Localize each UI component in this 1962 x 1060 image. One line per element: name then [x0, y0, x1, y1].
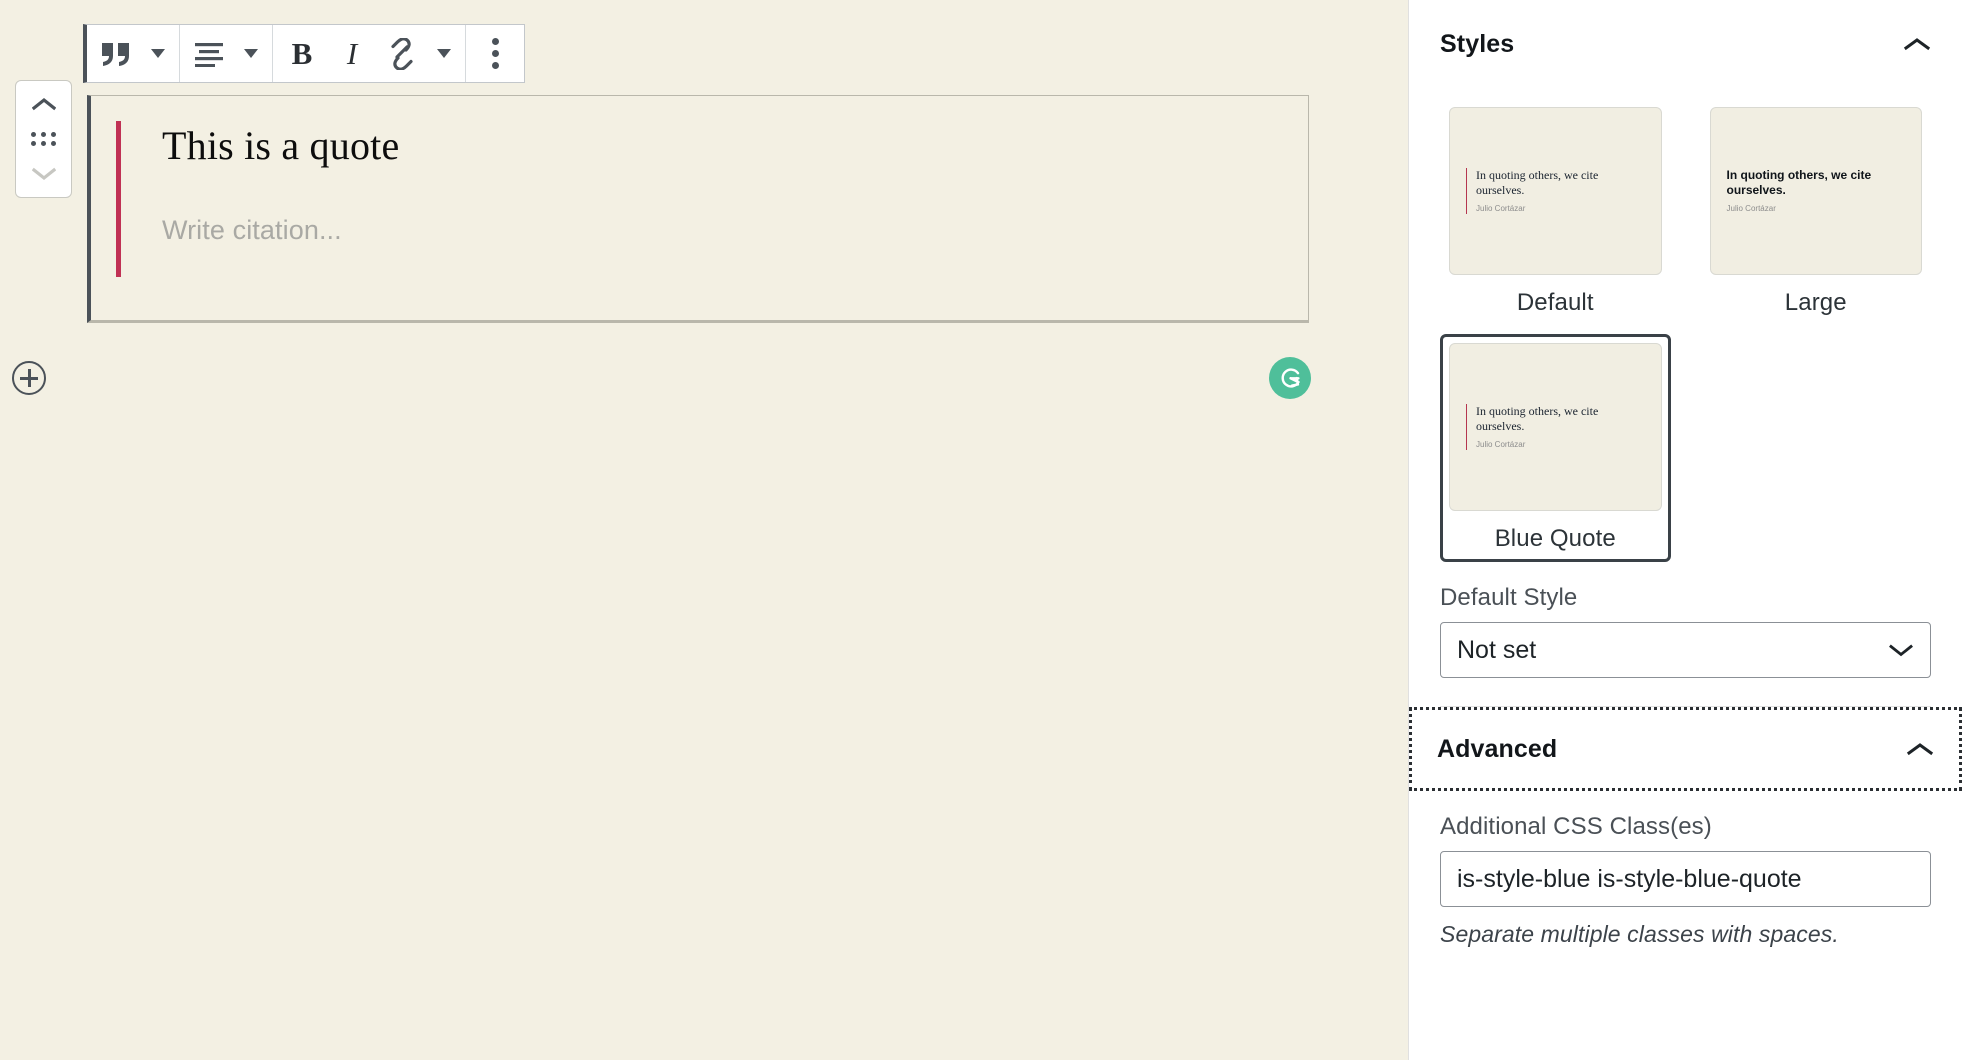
preview-quote-cite: Julio Cortázar	[1476, 440, 1645, 450]
advanced-panel-header[interactable]: Advanced	[1409, 707, 1962, 791]
more-vertical-icon	[492, 38, 499, 69]
link-button[interactable]	[377, 25, 427, 82]
align-text-button[interactable]	[184, 25, 234, 82]
chevron-down-icon	[151, 49, 165, 58]
quote-citation-placeholder[interactable]: Write citation...	[162, 215, 1308, 246]
preview-quote-wrap: In quoting others, we cite ourselves. Ju…	[1727, 168, 1906, 213]
advanced-panel-body: Additional CSS Class(es) Separate multip…	[1409, 813, 1962, 948]
grammarly-button[interactable]	[1269, 357, 1311, 399]
chevron-down-icon	[1888, 643, 1914, 658]
preview-quote-wrap: In quoting others, we cite ourselves. Ju…	[1466, 404, 1645, 449]
drag-dot	[31, 132, 36, 137]
block-options-button[interactable]	[470, 25, 520, 82]
toolbar-group-formatting: B I	[273, 25, 466, 82]
move-up-button[interactable]	[16, 87, 72, 121]
styles-panel-header[interactable]: Styles	[1409, 0, 1962, 88]
chevron-up-icon	[32, 97, 56, 111]
advanced-panel-title: Advanced	[1437, 735, 1557, 764]
chevron-down-icon	[437, 49, 451, 58]
toolbar-group-options	[466, 25, 524, 82]
style-preview: In quoting others, we cite ourselves. Ju…	[1449, 107, 1662, 275]
quote-block[interactable]: This is a quote Write citation...	[87, 95, 1309, 323]
italic-button[interactable]: I	[327, 25, 377, 82]
additional-css-label: Additional CSS Class(es)	[1440, 813, 1931, 841]
preview-quote-text: In quoting others, we cite ourselves.	[1727, 168, 1906, 197]
chevron-down-icon	[244, 49, 258, 58]
editor-canvas: B I	[0, 0, 1408, 1060]
drag-dot	[31, 141, 36, 146]
style-variation-blue-quote[interactable]: In quoting others, we cite ourselves. Ju…	[1440, 334, 1671, 562]
align-caret-button[interactable]	[234, 25, 268, 82]
block-settings-sidebar: Styles In quoting others, we cite oursel…	[1408, 0, 1962, 1060]
style-preview: In quoting others, we cite ourselves. Ju…	[1449, 343, 1662, 511]
block-mover	[15, 80, 72, 198]
style-variation-label: Large	[1785, 289, 1847, 317]
bold-button[interactable]: B	[277, 25, 327, 82]
preview-quote-cite: Julio Cortázar	[1476, 204, 1645, 214]
chevron-up-icon	[1903, 36, 1931, 52]
block-type-caret-button[interactable]	[141, 25, 175, 82]
block-type-button[interactable]	[91, 25, 141, 82]
bold-icon: B	[292, 38, 313, 69]
styles-panel-title: Styles	[1440, 30, 1514, 59]
more-formatting-button[interactable]	[427, 25, 461, 82]
drag-handle[interactable]	[33, 131, 55, 147]
align-left-icon	[193, 41, 225, 67]
chevron-up-icon	[1906, 741, 1934, 757]
drag-dot	[41, 141, 46, 146]
quote-content: This is a quote Write citation...	[116, 121, 1308, 277]
additional-css-input[interactable]	[1440, 851, 1931, 907]
toolbar-group-block-type	[87, 25, 180, 82]
additional-css-help: Separate multiple classes with spaces.	[1440, 921, 1931, 948]
drag-dot	[51, 132, 56, 137]
preview-quote-cite: Julio Cortázar	[1727, 204, 1906, 214]
drag-dot	[41, 132, 46, 137]
default-style-label: Default Style	[1440, 584, 1931, 612]
preview-quote-text: In quoting others, we cite ourselves.	[1476, 404, 1645, 433]
style-variation-label: Blue Quote	[1495, 525, 1616, 553]
style-variation-large[interactable]: In quoting others, we cite ourselves. Ju…	[1701, 98, 1932, 326]
editor-screen: B I	[0, 0, 1962, 1060]
grammarly-icon	[1276, 364, 1304, 392]
styles-panel-body: In quoting others, we cite ourselves. Ju…	[1409, 98, 1962, 707]
style-preview: In quoting others, we cite ourselves. Ju…	[1710, 107, 1923, 275]
link-icon	[385, 38, 419, 70]
chevron-down-icon	[32, 167, 56, 181]
default-style-select[interactable]: Not set	[1440, 622, 1931, 678]
move-down-button[interactable]	[16, 157, 72, 191]
drag-dot	[51, 141, 56, 146]
quote-text[interactable]: This is a quote	[162, 121, 1308, 171]
quote-icon	[99, 41, 133, 67]
preview-quote-text: In quoting others, we cite ourselves.	[1476, 168, 1645, 197]
default-style-value: Not set	[1457, 636, 1536, 665]
toolbar-group-align	[180, 25, 273, 82]
style-variation-default[interactable]: In quoting others, we cite ourselves. Ju…	[1440, 98, 1671, 326]
style-variations-grid: In quoting others, we cite ourselves. Ju…	[1440, 98, 1931, 562]
preview-quote-wrap: In quoting others, we cite ourselves. Ju…	[1466, 168, 1645, 213]
italic-icon: I	[347, 38, 357, 69]
style-variation-label: Default	[1517, 289, 1594, 317]
add-block-button[interactable]	[12, 361, 46, 395]
block-toolbar: B I	[83, 24, 525, 83]
